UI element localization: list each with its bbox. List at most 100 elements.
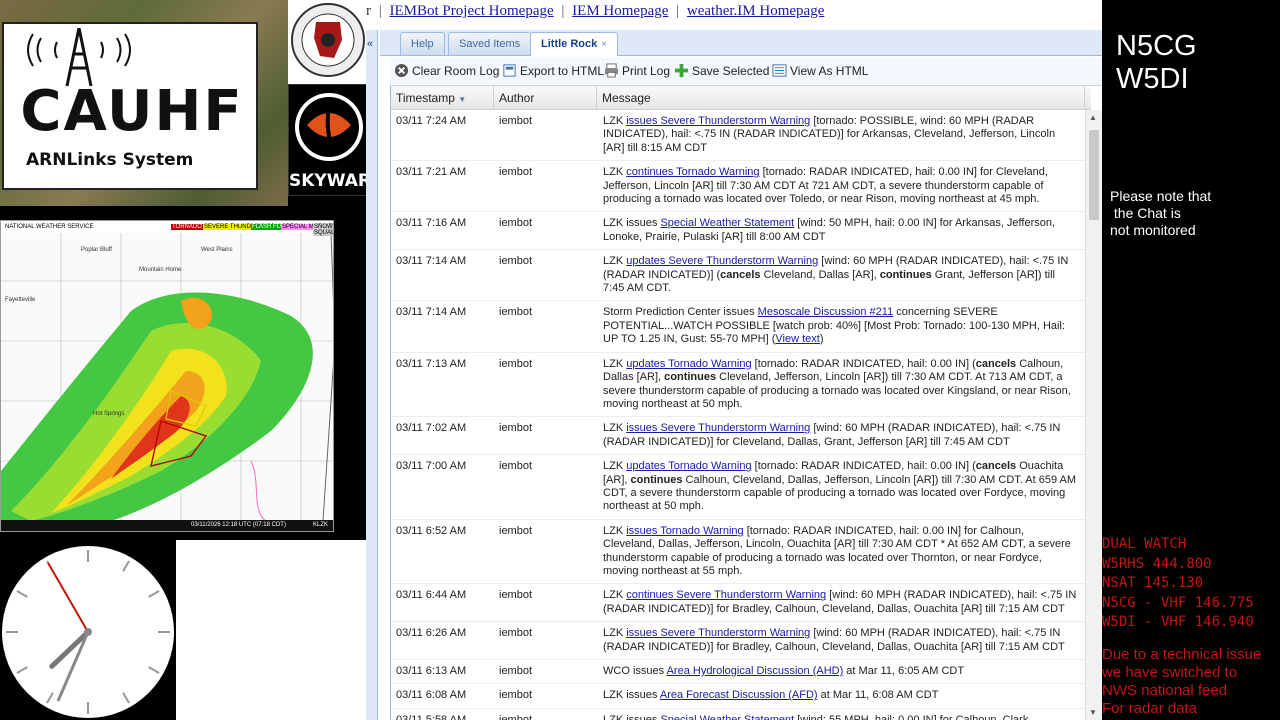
- message-timestamp: 03/11 7:14 AM: [396, 306, 467, 319]
- dual-watch-line: W5RHS 444.800: [1102, 555, 1212, 572]
- message-text: LZK issues Severe Thunderstorm Warning […: [597, 110, 1085, 160]
- tab-little-rock[interactable]: Little Rock ×: [530, 32, 619, 56]
- topographic-background: CAUHF ARNLinks System: [0, 0, 288, 206]
- message-row[interactable]: 03/11 6:52 AM iembot LZK issues Tornado Wa…: [391, 519, 1085, 585]
- message-link[interactable]: issues Tornado Warning: [626, 525, 743, 537]
- message-link[interactable]: continues Tornado Warning: [626, 166, 759, 178]
- analog-clock: [0, 540, 176, 720]
- message-timestamp: 03/11 7:24 AM: [396, 115, 467, 127]
- column-header-message[interactable]: Message: [597, 86, 1085, 110]
- message-link[interactable]: issues Severe Thunderstorm Warning: [626, 115, 810, 127]
- message-link[interactable]: Special Weather Statement: [660, 714, 794, 720]
- message-row[interactable]: 03/11 7:16 AM iembot LZK issues Special We…: [391, 212, 1085, 251]
- message-row[interactable]: 03/11 7:02 AM iembot LZK issues Severe Thu…: [391, 417, 1085, 456]
- dual-watch-line: W5DI - VHF 146.940: [1102, 614, 1254, 630]
- right-info-panel: N5CG W5DI Please note that the Chat is n…: [1102, 0, 1280, 720]
- message-row[interactable]: 03/11 7:13 AM iembot LZK updates Tornado W…: [391, 352, 1085, 418]
- truncated-text: r: [366, 3, 371, 19]
- message-link[interactable]: Area Forecast Discussion (AFD): [660, 689, 818, 701]
- technical-issue-notice: Due to a technical issue we have switche…: [1102, 646, 1261, 718]
- message-link[interactable]: View text: [775, 333, 819, 345]
- tech-line: we have switched to: [1102, 664, 1238, 681]
- scroll-up-icon[interactable]: ▲: [1089, 113, 1097, 122]
- message-author: iembot: [499, 306, 533, 319]
- message-link[interactable]: Special Weather Statement: [660, 217, 794, 229]
- message-row[interactable]: 03/11 6:08 AM iembot LZK issues Area Forec…: [391, 684, 1085, 709]
- message-author: iembot: [499, 665, 533, 677]
- message-row[interactable]: 03/11 6:44 AM iembot LZK continues Severe …: [391, 584, 1085, 623]
- iembot-homepage-link[interactable]: IEMBot Project Homepage: [390, 3, 554, 19]
- view-list-icon: [772, 64, 787, 77]
- message-text: LZK updates Severe Thunderstorm Warning …: [597, 250, 1085, 300]
- logo-subtitle: ARNLinks System: [26, 150, 194, 170]
- message-link[interactable]: issues Severe Thunderstorm Warning: [626, 422, 810, 434]
- message-row[interactable]: 03/11 7:00 AM iembot LZK updates Tornado W…: [391, 455, 1085, 520]
- message-author: iembot: [499, 422, 533, 435]
- iem-homepage-link[interactable]: IEM Homepage: [572, 3, 668, 19]
- message-text: LZK issues Severe Thunderstorm Warning […: [597, 417, 1085, 454]
- message-row[interactable]: 03/11 6:26 AM iembot LZK issues Severe Thu…: [391, 622, 1085, 660]
- message-fragment: LZK: [603, 357, 627, 370]
- message-row[interactable]: 03/11 7:21 AM iembot LZK continues Tornado…: [391, 161, 1085, 213]
- message-fragment: LZK: [603, 460, 627, 473]
- message-text: LZK updates Tornado Warning [tornado: RA…: [597, 353, 1085, 417]
- place-label: West Plains: [201, 247, 233, 253]
- legend-tornado: TORNADO: [171, 224, 203, 230]
- message-link[interactable]: Mesoscale Discussion #211: [758, 306, 894, 318]
- message-row[interactable]: 03/11 7:24 AM iembot LZK issues Severe Thu…: [391, 110, 1085, 162]
- collapse-panel-button[interactable]: «: [366, 30, 378, 720]
- seal-icon: [291, 3, 365, 77]
- message-text: LZK issues Severe Thunderstorm Warning […: [597, 622, 1085, 659]
- radar-header: NATIONAL WEATHER SERVICE TORNADO SEVERE …: [1, 221, 333, 236]
- message-fragment: LZK: [603, 627, 627, 640]
- message-timestamp: 03/11 6:08 AM: [396, 689, 467, 702]
- view-as-html-button[interactable]: View As HTML: [772, 63, 868, 78]
- message-link[interactable]: Area Hydrological Discussion (AHD): [667, 665, 844, 677]
- column-header-timestamp[interactable]: Timestamp ▼: [391, 86, 494, 110]
- scrollbar-thumb[interactable]: [1089, 130, 1099, 220]
- cauhf-logo: CAUHF ARNLinks System: [2, 22, 258, 190]
- message-timestamp: 03/11 6:26 AM: [396, 627, 467, 640]
- export-html-button[interactable]: Export to HTML: [502, 63, 604, 78]
- tab-help[interactable]: Help: [400, 32, 445, 55]
- message-author: iembot: [499, 115, 533, 127]
- message-link[interactable]: updates Tornado Warning: [626, 358, 751, 370]
- message-timestamp: 03/11 6:13 AM: [396, 665, 467, 677]
- save-selected-button[interactable]: Save Selected: [674, 63, 769, 78]
- message-keyword: continues: [664, 371, 717, 384]
- message-fragment: LZK issues: [603, 713, 661, 720]
- message-row[interactable]: 03/11 5:58 AM iembot LZK issues Special We…: [391, 708, 1085, 720]
- message-link[interactable]: continues Severe Thunderstorm Warning: [626, 589, 826, 601]
- chat-notice: Please note that the Chat is not monitor…: [1110, 188, 1212, 238]
- top-links-bar: r | IEMBot Project Homepage | IEM Homepa…: [366, 0, 1102, 28]
- message-fragment: [tornado: RADAR INDICATED, hail: 0.00 IN…: [751, 460, 976, 473]
- message-text: LZK issues Area Forecast Discussion (AFD…: [597, 684, 1085, 707]
- message-fragment: LZK issues: [603, 689, 660, 702]
- print-log-button[interactable]: Print Log: [604, 63, 670, 78]
- scroll-down-icon[interactable]: ▼: [1089, 708, 1097, 717]
- radar-panel: NATIONAL WEATHER SERVICE TORNADO SEVERE …: [0, 206, 390, 540]
- message-row[interactable]: 03/11 6:13 AM iembot WCO issues Area Hydro…: [391, 660, 1085, 685]
- message-text: LZK issues Special Weather Statement [wi…: [597, 709, 1085, 720]
- weather-im-homepage-link[interactable]: weather.IM Homepage: [687, 3, 824, 19]
- clear-icon: [394, 63, 409, 78]
- message-link[interactable]: issues Severe Thunderstorm Warning: [626, 627, 810, 639]
- message-grid: Timestamp ▼ Author Message 03/11 7:24 AM…: [390, 86, 1102, 720]
- message-row[interactable]: 03/11 7:14 AM iembot Storm Prediction Cent…: [391, 301, 1085, 353]
- grid-scrollbar[interactable]: ▲ ▼: [1085, 110, 1102, 720]
- message-keyword: cancels: [975, 357, 1017, 370]
- message-fragment: ): [819, 333, 824, 346]
- message-link[interactable]: updates Severe Thunderstorm Warning: [626, 255, 818, 267]
- sort-desc-icon: ▼: [458, 95, 467, 104]
- column-header-author[interactable]: Author: [494, 86, 597, 110]
- clock-face: [2, 546, 174, 718]
- double-chevron-left-icon: «: [367, 38, 374, 50]
- tab-saved-items[interactable]: Saved Items: [448, 32, 532, 55]
- message-row[interactable]: 03/11 7:14 AM iembot LZK updates Severe Th…: [391, 250, 1085, 302]
- dual-watch-line: N5CG - VHF 146.775: [1102, 594, 1254, 611]
- message-timestamp: 03/11 6:44 AM: [396, 589, 467, 602]
- message-author: iembot: [499, 255, 533, 268]
- message-link[interactable]: updates Tornado Warning: [626, 460, 751, 472]
- close-tab-icon[interactable]: ×: [601, 39, 607, 50]
- clear-room-log-button[interactable]: Clear Room Log: [394, 63, 499, 78]
